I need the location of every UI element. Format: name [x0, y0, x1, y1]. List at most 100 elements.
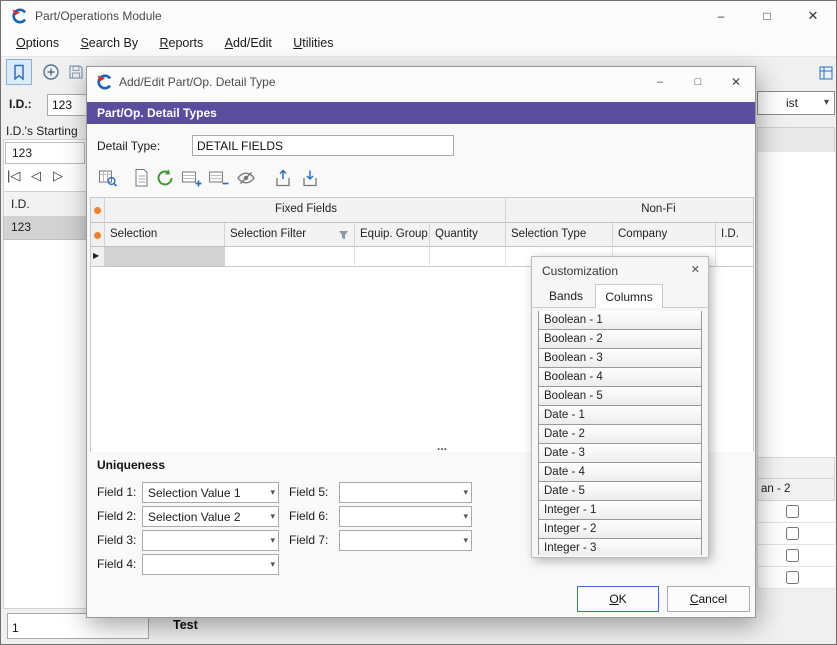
menu-add-edit[interactable]: Add/Edit — [216, 31, 281, 57]
list-item[interactable]: Boolean - 1 — [538, 311, 702, 330]
checkbox[interactable] — [786, 571, 799, 584]
cell-quantity[interactable] — [430, 247, 506, 267]
record-next-button[interactable]: ▷ — [53, 168, 63, 184]
dialog-minimize-button[interactable]: – — [641, 67, 679, 97]
band-non-fixed-fields[interactable]: Non-Fi — [506, 198, 754, 223]
field-7-combo[interactable]: ▾ — [339, 530, 472, 551]
document-icon — [132, 168, 150, 188]
menu-options[interactable]: Options — [7, 31, 68, 57]
refresh-button[interactable] — [153, 166, 177, 190]
chevron-down-icon: ▾ — [270, 559, 275, 570]
field-1-value: Selection Value 1 — [148, 486, 241, 500]
field-3-combo[interactable]: ▾ — [142, 530, 279, 551]
plus-circle-icon — [42, 63, 60, 81]
column-header-id[interactable]: I.D. — [716, 223, 754, 247]
row-indicator: ▶ — [91, 247, 105, 267]
test-label: Test — [173, 618, 198, 632]
close-button[interactable]: ✕ — [790, 1, 836, 31]
field-1-combo[interactable]: Selection Value 1▾ — [142, 482, 279, 503]
delete-row-button[interactable] — [206, 166, 230, 190]
list-item[interactable]: Date - 4 — [538, 462, 702, 482]
list-item[interactable]: Date - 1 — [538, 405, 702, 425]
cancel-button[interactable]: Cancel — [667, 586, 750, 612]
import-icon — [300, 168, 320, 188]
column-header-selection-type[interactable]: Selection Type — [506, 223, 613, 247]
eye-slash-icon — [236, 168, 256, 188]
cell-selection[interactable] — [105, 247, 225, 267]
tab-bands[interactable]: Bands — [540, 284, 592, 308]
list-item[interactable]: Date - 3 — [538, 443, 702, 463]
close-icon[interactable]: ✕ — [691, 263, 700, 276]
chevron-down-icon: ▾ — [824, 97, 829, 108]
dialog-title: Add/Edit Part/Op. Detail Type — [119, 75, 276, 89]
bookmark-button[interactable] — [6, 59, 32, 85]
uniqueness-title: Uniqueness — [97, 458, 165, 472]
dialog-maximize-button[interactable]: □ — [679, 67, 717, 97]
column-header-equip-group[interactable]: Equip. Group — [355, 223, 430, 247]
field-6-combo[interactable]: ▾ — [339, 506, 472, 527]
grid-search-button[interactable] — [96, 166, 120, 190]
minimize-button[interactable]: – — [698, 1, 744, 31]
list-item[interactable]: Integer - 2 — [538, 519, 702, 539]
add-row-button[interactable] — [179, 166, 203, 190]
dialog-controls: – □ ✕ — [641, 67, 755, 97]
toolbar-right-button[interactable] — [813, 60, 837, 86]
cell-id[interactable] — [716, 247, 754, 267]
menu-reports[interactable]: Reports — [150, 31, 212, 57]
field-5-combo[interactable]: ▾ — [339, 482, 472, 503]
record-prev-button[interactable]: ◁ — [31, 168, 41, 184]
hide-column-button[interactable] — [234, 166, 258, 190]
dialog-close-button[interactable]: ✕ — [717, 67, 755, 97]
cell-selection-filter[interactable] — [225, 247, 355, 267]
app-icon — [96, 74, 112, 93]
print-preview-button[interactable] — [129, 166, 153, 190]
checkbox[interactable] — [786, 549, 799, 562]
field-4-combo[interactable]: ▾ — [142, 554, 279, 575]
left-grid-row[interactable]: 123 — [3, 216, 89, 240]
tab-columns[interactable]: Columns — [595, 284, 662, 308]
column-header-company[interactable]: Company — [613, 223, 716, 247]
menu-search-by[interactable]: Search By — [71, 31, 147, 57]
detail-type-label: Detail Type: — [97, 139, 160, 153]
band-fixed-fields[interactable]: Fixed Fields — [105, 198, 506, 223]
indicator-dot-icon — [94, 207, 101, 214]
view-combo[interactable]: ist ▾ — [757, 91, 835, 115]
grid-search-icon — [98, 168, 118, 188]
indicator-dot-icon — [94, 232, 101, 239]
list-item[interactable]: Integer - 3 — [538, 538, 702, 555]
maximize-button[interactable]: □ — [744, 1, 790, 31]
column-header-selection[interactable]: Selection — [105, 223, 225, 247]
list-item[interactable]: Date - 5 — [538, 481, 702, 501]
menu-utilities[interactable]: Utilities — [284, 31, 342, 57]
checkbox[interactable] — [786, 527, 799, 540]
view-combo-value: ist — [786, 96, 798, 110]
record-first-button[interactable]: |◁ — [7, 168, 20, 184]
checkbox[interactable] — [786, 505, 799, 518]
cell-equip-group[interactable] — [355, 247, 430, 267]
right-grid-column-header[interactable]: an - 2 — [757, 478, 835, 501]
list-item[interactable]: Boolean - 4 — [538, 367, 702, 387]
band-indicator-cell — [91, 198, 105, 223]
list-item[interactable]: Date - 2 — [538, 424, 702, 444]
ids-starting-value[interactable]: 123 — [5, 142, 85, 164]
field-2-combo[interactable]: Selection Value 2▾ — [142, 506, 279, 527]
detail-type-input[interactable] — [192, 135, 454, 156]
grid-icon — [818, 65, 834, 81]
export-button[interactable] — [271, 166, 295, 190]
column-header-quantity[interactable]: Quantity — [430, 223, 506, 247]
list-item[interactable]: Boolean - 2 — [538, 329, 702, 349]
id-input[interactable] — [47, 94, 89, 116]
import-button[interactable] — [298, 166, 322, 190]
field-7-label: Field 7: — [289, 533, 328, 547]
add-record-button[interactable] — [38, 59, 64, 85]
table-row — [757, 545, 835, 567]
id-label: I.D.: — [9, 97, 32, 111]
list-item[interactable]: Boolean - 5 — [538, 386, 702, 406]
column-header-selection-filter[interactable]: Selection Filter — [225, 223, 355, 247]
filter-icon[interactable] — [338, 230, 349, 243]
list-item[interactable]: Boolean - 3 — [538, 348, 702, 368]
ok-button[interactable]: OK — [577, 586, 659, 612]
window-title: Part/Operations Module — [35, 9, 162, 23]
list-item[interactable]: Integer - 1 — [538, 500, 702, 520]
left-grid-header[interactable]: I.D. — [3, 191, 89, 217]
